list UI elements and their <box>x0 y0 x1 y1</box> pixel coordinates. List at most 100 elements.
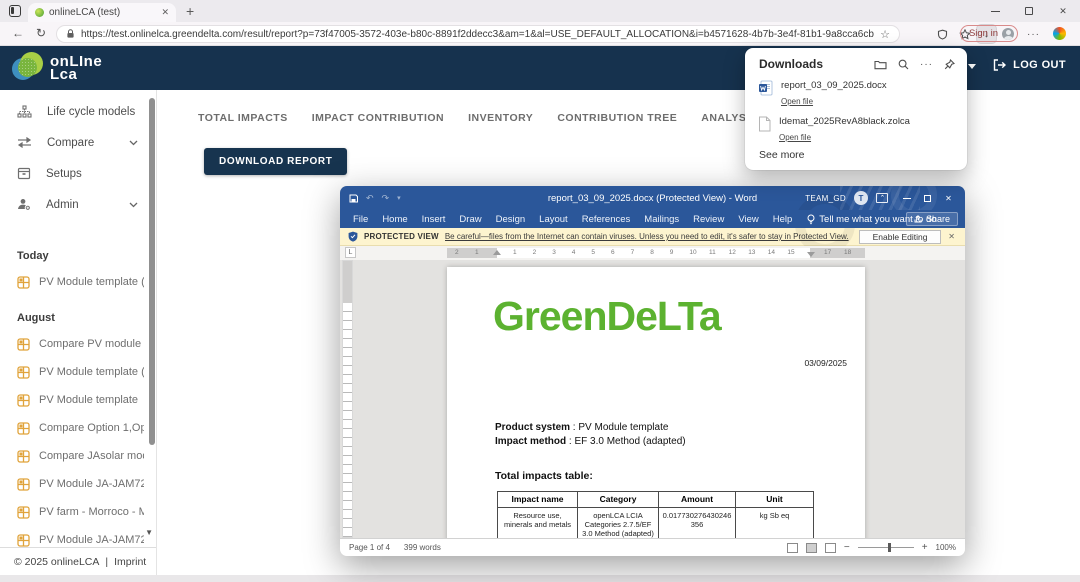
right-indent-marker-icon[interactable] <box>807 252 815 257</box>
word-title-bar[interactable]: ↶ ↷ ▾ report_03_09_2025.docx (Protected … <box>340 186 965 210</box>
word-restore-icon[interactable] <box>917 186 938 210</box>
sidebar-item-label: Life cycle models <box>47 106 156 118</box>
document-page[interactable]: GreenDeLTa 03/09/2025 Product system : P… <box>447 267 865 538</box>
logout-icon <box>993 59 1006 71</box>
menu-layout[interactable]: Layout <box>532 214 575 225</box>
downloads-popup: Downloads ··· report_03_09_2025.docx Ope… <box>745 48 967 170</box>
word-user-name[interactable]: TEAM_GD <box>805 194 846 203</box>
onlinelca-logo[interactable]: onLIneLca <box>12 52 102 83</box>
tab-impact-contribution[interactable]: IMPACT CONTRIBUTION <box>312 112 444 135</box>
downloads-title: Downloads <box>759 57 874 71</box>
model-grid-icon <box>17 506 30 519</box>
restore-icon[interactable] <box>1012 0 1046 22</box>
download-item[interactable]: report_03_09_2025.docx Open file <box>745 75 967 111</box>
web-layout-icon[interactable] <box>825 543 836 553</box>
sidebar-item-life-cycle-models[interactable]: Life cycle models <box>0 96 156 127</box>
list-item[interactable]: Compare JAsolar module <box>0 442 156 470</box>
zoom-out-icon[interactable]: − <box>844 542 850 553</box>
imprint-link[interactable]: Imprint <box>114 556 146 568</box>
downloads-more-options-icon[interactable]: ··· <box>920 59 933 70</box>
scroll-down-icon[interactable]: ▼ <box>145 528 153 537</box>
menu-insert[interactable]: Insert <box>415 214 453 225</box>
open-file-link[interactable]: Open file <box>781 97 813 106</box>
pin-icon[interactable] <box>944 59 955 70</box>
admin-user-icon <box>17 198 31 211</box>
word-count[interactable]: 399 words <box>404 543 441 552</box>
list-item[interactable]: PV farm - Morroco - MA ( <box>0 498 156 526</box>
ribbon-display-options-icon[interactable] <box>876 193 888 203</box>
list-item[interactable]: PV Module template (2) <box>0 268 156 296</box>
vertical-ruler[interactable] <box>342 260 353 538</box>
header-dropdown-chevron-icon[interactable] <box>968 64 976 69</box>
tab-total-impacts[interactable]: TOTAL IMPACTS <box>198 112 288 135</box>
sidebar-item-setups[interactable]: Setups <box>0 158 156 189</box>
copilot-icon[interactable] <box>1053 27 1066 40</box>
word-user-avatar[interactable]: T <box>854 191 868 205</box>
back-icon[interactable]: ← <box>12 26 24 40</box>
horizontal-ruler[interactable]: 21 123456789101112131415 1718 <box>447 248 865 258</box>
menu-home[interactable]: Home <box>375 214 414 225</box>
search-icon[interactable] <box>898 59 909 70</box>
zoom-in-icon[interactable]: + <box>922 542 928 553</box>
list-item[interactable]: PV Module JA-JAM72D10 <box>0 470 156 498</box>
protected-bar-close-icon[interactable]: ✕ <box>948 232 957 241</box>
browser-tab[interactable]: onlineLCA (test) ✕ <box>28 3 176 22</box>
tab-close-icon[interactable]: ✕ <box>161 7 169 18</box>
word-minimize-icon[interactable] <box>896 186 917 210</box>
list-item[interactable]: PV Module template (1) <box>0 358 156 386</box>
profile-avatar-icon <box>1002 28 1014 40</box>
zoom-slider-thumb[interactable] <box>888 543 891 552</box>
refresh-icon[interactable]: ↻ <box>36 26 46 40</box>
site-info-lock-icon[interactable] <box>66 29 75 39</box>
word-close-icon[interactable]: ✕ <box>938 186 959 210</box>
zoom-slider[interactable] <box>858 547 914 548</box>
see-more-link[interactable]: See more <box>759 149 805 161</box>
model-grid-icon <box>17 450 30 463</box>
menu-review[interactable]: Review <box>686 214 731 225</box>
menu-design[interactable]: Design <box>489 214 533 225</box>
list-item[interactable]: Compare PV module proc <box>0 330 156 358</box>
logout-button[interactable]: LOG OUT <box>993 59 1066 71</box>
browser-menu-icon[interactable]: ··· <box>1027 29 1040 40</box>
sidebar-item-admin[interactable]: Admin <box>0 189 156 220</box>
menu-view[interactable]: View <box>731 214 765 225</box>
page-indicator[interactable]: Page 1 of 4 <box>349 543 390 552</box>
menu-mailings[interactable]: Mailings <box>637 214 686 225</box>
enable-editing-button[interactable]: Enable Editing <box>859 230 942 244</box>
download-report-button[interactable]: DOWNLOAD REPORT <box>204 148 347 175</box>
share-button[interactable]: Share <box>906 212 958 226</box>
menu-references[interactable]: References <box>575 214 638 225</box>
model-grid-icon <box>17 394 30 407</box>
browser-essentials-icon[interactable] <box>933 25 952 43</box>
menu-help[interactable]: Help <box>766 214 800 225</box>
open-folder-icon[interactable] <box>874 59 887 70</box>
zoom-level[interactable]: 100% <box>936 543 956 552</box>
indent-marker-icon[interactable] <box>493 250 501 255</box>
list-item[interactable]: PV Module template <box>0 386 156 414</box>
close-icon[interactable]: ✕ <box>1046 0 1080 22</box>
read-mode-icon[interactable] <box>787 543 798 553</box>
tab-selector[interactable]: L <box>345 247 356 258</box>
url-text[interactable]: https://test.onlinelca.greendelta.com/re… <box>81 29 874 40</box>
open-file-link[interactable]: Open file <box>779 133 811 142</box>
minimize-icon[interactable] <box>978 0 1012 22</box>
menu-draw[interactable]: Draw <box>452 214 488 225</box>
document-canvas[interactable]: GreenDeLTa 03/09/2025 Product system : P… <box>340 260 965 538</box>
new-tab-button[interactable]: + <box>186 3 194 19</box>
download-item[interactable]: Idemat_2025RevA8black.zolca Open file <box>745 111 967 147</box>
print-layout-icon[interactable] <box>806 543 817 553</box>
menu-file[interactable]: File <box>346 214 375 225</box>
sidebar-section-august: August <box>0 312 156 324</box>
sidebar-item-compare[interactable]: Compare <box>0 127 156 158</box>
col-header: Amount <box>659 492 736 508</box>
tab-inventory[interactable]: INVENTORY <box>468 112 533 135</box>
address-bar[interactable]: https://test.onlinelca.greendelta.com/re… <box>56 25 900 43</box>
sidebar-scrollbar[interactable] <box>149 98 155 445</box>
tab-actions-icon[interactable] <box>9 5 21 17</box>
favorite-star-icon[interactable]: ☆ <box>880 28 890 41</box>
tab-title: onlineLCA (test) <box>49 7 156 18</box>
profile-signin-button[interactable]: Sign in <box>960 25 1018 42</box>
tab-contribution-tree[interactable]: CONTRIBUTION TREE <box>557 112 677 135</box>
signin-label: Sign in <box>969 28 998 39</box>
list-item[interactable]: Compare Option 1,Option <box>0 414 156 442</box>
